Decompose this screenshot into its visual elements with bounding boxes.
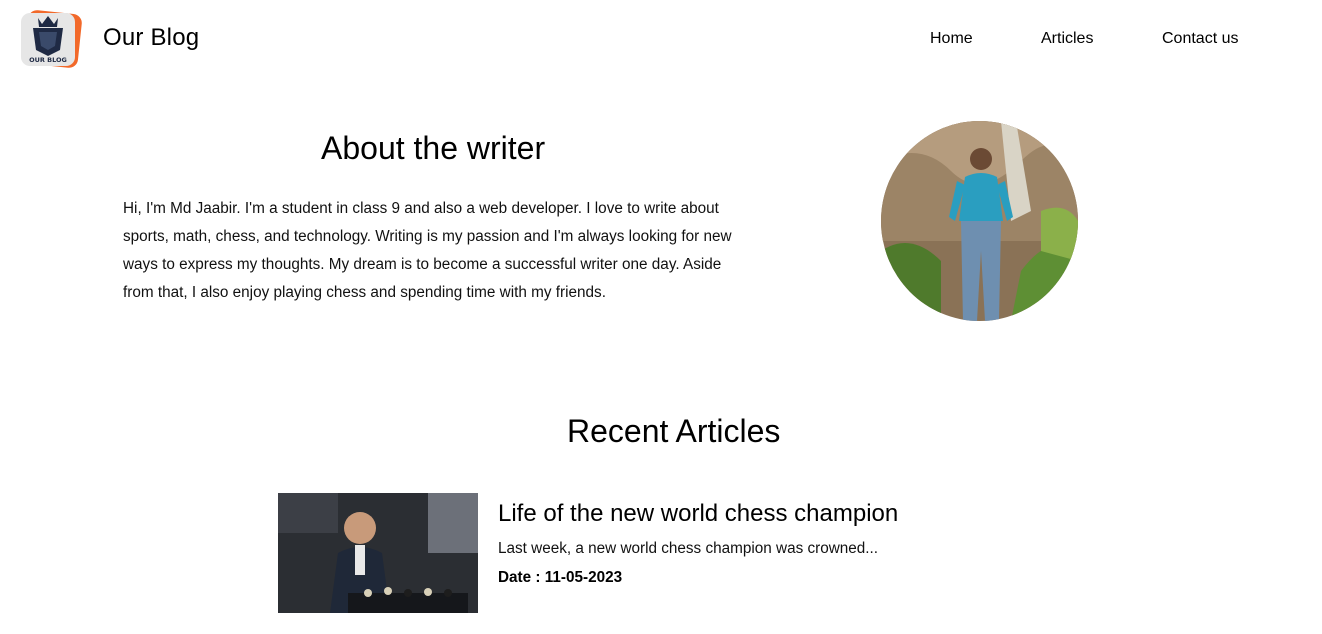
writer-photo xyxy=(881,121,1078,321)
article-excerpt: Last week, a new world chess champion wa… xyxy=(498,540,879,557)
article-thumbnail[interactable] xyxy=(278,493,478,613)
nav-contact-link[interactable]: Contact us xyxy=(1162,30,1238,48)
nav-articles-link[interactable]: Articles xyxy=(1041,30,1093,48)
about-text: Hi, I'm Md Jaabir. I'm a student in clas… xyxy=(123,200,732,301)
blog-logo[interactable]: OUR BLOG xyxy=(20,10,82,68)
article-card[interactable]: Life of the new world chess champion Las… xyxy=(278,493,898,613)
logo-text: OUR BLOG xyxy=(29,56,67,64)
page: OUR BLOG Our Blog Home Articles Contact … xyxy=(0,0,1322,634)
article-title[interactable]: Life of the new world chess champion xyxy=(498,500,898,528)
nav-home-link[interactable]: Home xyxy=(930,30,973,48)
recent-articles-title: Recent Articles xyxy=(567,413,781,449)
article-date: Date : 11-05-2023 xyxy=(498,569,623,586)
brand-name[interactable]: Our Blog xyxy=(103,24,199,52)
about-title: About the writer xyxy=(321,130,546,166)
